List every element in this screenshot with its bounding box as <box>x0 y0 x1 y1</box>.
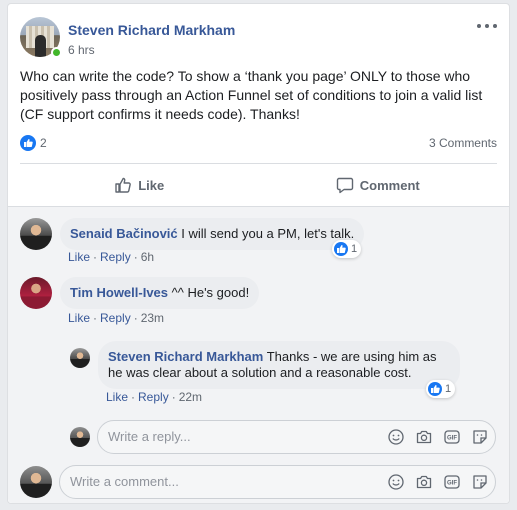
post-header: Steven Richard Markham 6 hrs <box>20 16 497 60</box>
comment-input[interactable] <box>70 474 320 489</box>
commenter-name[interactable]: Senaid Bačinović <box>70 226 178 241</box>
comment-bubble: Senaid Bačinović I will send you a PM, l… <box>60 218 365 250</box>
camera-icon[interactable] <box>415 428 433 446</box>
reply-author-avatar[interactable] <box>70 348 90 368</box>
reply-input[interactable] <box>108 429 358 444</box>
comment-meta: Like · Reply · 6h <box>68 250 155 264</box>
comment-time[interactable]: 23m <box>141 311 164 325</box>
comments-section: Senaid Bačinović I will send you a PM, l… <box>8 207 509 503</box>
more-options-icon[interactable] <box>477 20 497 32</box>
reply-input-box: GIF <box>97 420 496 454</box>
camera-icon[interactable] <box>415 473 433 491</box>
like-reaction-icon <box>334 242 348 256</box>
like-reaction-icon <box>428 382 442 396</box>
reaction-count: 1 <box>445 383 452 395</box>
like-button-label: Like <box>138 177 165 193</box>
reply-like-link[interactable]: Like <box>106 390 128 404</box>
reply-input-icons: GIF <box>387 428 489 446</box>
comment-text: I will send you a PM, let's talk. <box>181 226 355 241</box>
comment-bubble: Tim Howell-Ives ^^ He's good! <box>60 277 260 309</box>
post-timestamp[interactable]: 6 hrs <box>68 43 95 57</box>
reply-bubble: Steven Richard Markham Thanks - we are u… <box>98 341 460 389</box>
user-avatar <box>70 427 90 447</box>
post-card: Steven Richard Markham 6 hrs Who can wri… <box>7 3 510 504</box>
divider <box>20 163 497 164</box>
post-author-name[interactable]: Steven Richard Markham <box>68 22 235 38</box>
emoji-icon[interactable] <box>387 428 405 446</box>
reply-time[interactable]: 22m <box>179 390 202 404</box>
comment-like-link[interactable]: Like <box>68 250 90 264</box>
svg-text:GIF: GIF <box>447 481 457 487</box>
gif-icon[interactable]: GIF <box>443 428 461 446</box>
reply-author-name[interactable]: Steven Richard Markham <box>108 349 263 364</box>
comment-button[interactable]: Comment <box>259 167 498 203</box>
comment-icon <box>336 177 353 194</box>
reply-reply-link[interactable]: Reply <box>138 390 169 404</box>
post-text: Who can write the code? To show a ‘thank… <box>20 68 483 122</box>
like-reaction-icon[interactable] <box>20 135 36 151</box>
svg-text:GIF: GIF <box>447 436 457 442</box>
gif-icon[interactable]: GIF <box>443 473 461 491</box>
comment-input-box: GIF <box>59 465 496 499</box>
comment-count[interactable]: 3 Comments <box>429 136 497 150</box>
comment-button-label: Comment <box>359 177 420 193</box>
sticker-icon[interactable] <box>471 428 489 446</box>
commenter-name[interactable]: Tim Howell-Ives <box>70 285 168 300</box>
commenter-avatar[interactable] <box>20 277 52 309</box>
user-avatar <box>20 466 52 498</box>
comment-input-icons: GIF <box>387 473 489 491</box>
post-stats: 2 3 Comments <box>20 134 497 152</box>
like-button[interactable]: Like <box>20 167 259 203</box>
reply-reactions[interactable]: 1 <box>426 380 456 398</box>
online-status-dot <box>51 47 62 58</box>
post-actions: Like Comment <box>20 167 497 203</box>
sticker-icon[interactable] <box>471 473 489 491</box>
comment-meta: Like · Reply · 23m <box>68 311 165 325</box>
comment-reactions[interactable]: 1 <box>332 240 362 258</box>
comment-like-link[interactable]: Like <box>68 311 90 325</box>
comment-reply-link[interactable]: Reply <box>100 311 131 325</box>
emoji-icon[interactable] <box>387 473 405 491</box>
comment-time[interactable]: 6h <box>141 250 154 264</box>
thumbs-up-icon <box>115 177 132 193</box>
like-count[interactable]: 2 <box>40 136 47 150</box>
reaction-count: 1 <box>351 243 358 255</box>
reply-meta: Like · Reply · 22m <box>106 390 203 404</box>
comment-reply-link[interactable]: Reply <box>100 250 131 264</box>
commenter-avatar[interactable] <box>20 218 52 250</box>
comment-text: ^^ He's good! <box>171 285 250 300</box>
